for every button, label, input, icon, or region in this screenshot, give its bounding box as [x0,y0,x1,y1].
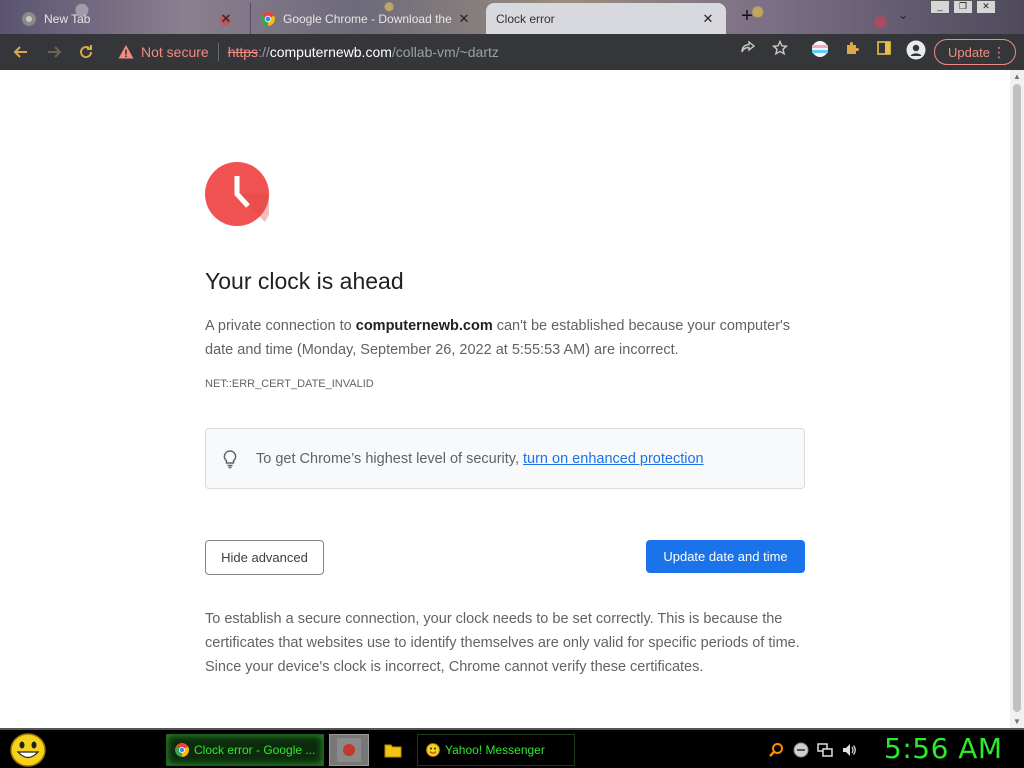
update-chrome-button[interactable]: Update ⋮ [934,39,1016,65]
profile-extension-icon[interactable] [811,40,829,58]
clock-error-icon [205,162,269,226]
tab-chrome-download[interactable]: Google Chrome - Download the ✕ [250,3,482,34]
enhanced-protection-link[interactable]: turn on enhanced protection [523,451,704,467]
tab-close-icon[interactable]: ✕ [456,11,472,27]
error-message: A private connection to computernewb.com… [205,314,805,362]
tab-close-icon[interactable]: ✕ [700,11,716,27]
taskbar-item-folder[interactable] [373,734,413,766]
tab-title: New Tab [44,11,91,26]
arrow-right-icon [48,46,62,58]
start-button-smiley-icon[interactable] [9,732,47,768]
forward-button[interactable] [43,41,65,63]
new-tab-button[interactable]: + [736,6,758,28]
hide-advanced-button[interactable]: Hide advanced [205,540,324,575]
flag-circle-glyph [812,41,828,57]
tab-title: Google Chrome - Download the [283,11,452,26]
taskbar-item-label: Clock error - Google ... [194,743,316,757]
scroll-down-arrow-icon[interactable]: ▼ [1013,717,1021,726]
tab-title: Clock error [496,11,555,26]
network-tray-icon[interactable] [817,742,833,758]
chrome-gray-icon [22,11,36,26]
back-button[interactable] [10,41,32,63]
avatar-glyph [906,40,926,60]
taskbar-item-label: Yahoo! Messenger [445,743,545,757]
omnibox-divider [217,43,219,61]
tab-new-tab[interactable]: New Tab ✕ [12,3,244,34]
scrollbar-thumb[interactable] [1013,84,1021,712]
enhanced-protection-text: To get Chrome’s highest level of securit… [256,451,704,467]
error-code[interactable]: NET::ERR_CERT_DATE_INVALID [205,378,374,390]
side-panel-glyph [877,41,891,55]
volume-tray-icon[interactable] [841,742,857,758]
close-window-button[interactable]: ✕ [976,0,996,14]
tab-search-icon[interactable]: ⌄ [898,8,908,22]
url-host: computernewb.com [269,44,392,60]
puzzle-glyph [847,42,859,54]
tab-strip: New Tab ✕ Google Chrome - Download the ✕… [0,0,1024,34]
taskbar-clock[interactable]: 5:56 AM [884,732,1003,765]
message-prefix: A private connection to [205,318,356,334]
minimize-button[interactable]: _ [930,0,950,14]
chrome-color-icon [261,11,275,26]
url-scheme-separator: :// [258,44,270,60]
advanced-details-text: To establish a secure connection, your c… [205,611,800,675]
chrome-icon [175,743,189,757]
error-page: Your clock is ahead A private connection… [0,70,1010,728]
share-glyph [741,40,756,53]
thumbnail-icon [337,738,361,762]
taskbar: Clock error - Google ... Yahoo! Messenge… [0,728,1024,768]
taskbar-item-chrome[interactable]: Clock error - Google ... [166,734,324,766]
page-title: Your clock is ahead [205,268,404,294]
share-icon[interactable] [739,40,757,58]
menu-kebab-icon: ⋮ [992,44,1006,60]
folder-icon [384,744,402,758]
bookmark-star-icon[interactable] [771,39,789,58]
update-label: Update [948,44,990,60]
browser-toolbar: Not secure https://computernewb.com/coll… [0,34,1024,70]
taskbar-item-yahoo-messenger[interactable]: Yahoo! Messenger [417,734,575,766]
enhanced-protection-prefix: To get Chrome’s highest level of securit… [256,450,520,467]
page-scrollbar[interactable]: ▲ ▼ [1010,70,1024,728]
taskbar-item-thumbnail[interactable] [329,734,369,766]
warning-triangle-icon [118,45,134,59]
reload-icon [80,45,93,59]
message-host: computernewb.com [355,318,493,334]
profile-avatar-icon[interactable] [906,40,926,60]
tab-close-icon[interactable]: ✕ [218,11,234,27]
security-status-label[interactable]: Not secure [141,44,209,60]
address-bar[interactable]: Not secure https://computernewb.com/coll… [108,38,798,66]
side-panel-icon[interactable] [875,40,893,58]
url-path: /collab-vm/~dartz [391,44,499,60]
update-date-time-button[interactable]: Update date and time [646,540,805,573]
extensions-puzzle-icon[interactable] [843,40,861,58]
restore-button[interactable]: ❐ [953,0,973,14]
arrow-left-icon [13,46,27,58]
star-glyph [771,39,789,56]
yahoo-messenger-icon [426,743,440,757]
url-text[interactable]: https://computernewb.com/collab-vm/~dart… [228,44,499,60]
enhanced-protection-banner: To get Chrome’s highest level of securit… [205,428,805,489]
tab-clock-error[interactable]: Clock error ✕ [486,3,726,34]
reload-button[interactable] [75,41,97,63]
search-tray-icon[interactable] [768,742,784,758]
minus-circle-tray-icon[interactable] [793,742,809,758]
lightbulb-icon [223,449,237,468]
url-scheme: https [227,44,259,60]
scroll-up-arrow-icon[interactable]: ▲ [1013,72,1021,81]
